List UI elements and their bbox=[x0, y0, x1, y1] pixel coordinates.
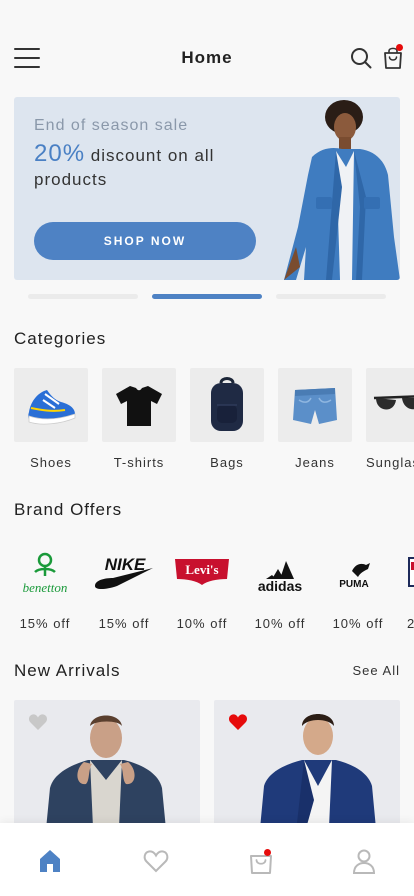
category-tshirts[interactable]: T-shirts bbox=[102, 368, 176, 470]
new-arrivals-title: New Arrivals bbox=[14, 661, 121, 680]
search-icon[interactable] bbox=[350, 47, 372, 69]
brand-offer: 2 bbox=[407, 616, 414, 631]
brand-offer: 15% off bbox=[19, 616, 71, 631]
bag-nav-button[interactable] bbox=[247, 847, 275, 875]
brand-offers-list: benetton 15% off NIKE 15% off Levi's 10% bbox=[0, 545, 414, 645]
jeans-icon bbox=[293, 388, 337, 424]
brand-adidas[interactable]: adidas 10% off bbox=[245, 545, 315, 631]
app-header: Home bbox=[0, 40, 414, 76]
profile-icon[interactable] bbox=[350, 847, 378, 875]
category-label: Shoes bbox=[30, 455, 72, 470]
home-screen: Home End of season sale 20% discount on … bbox=[0, 0, 414, 896]
category-label: Jeans bbox=[295, 455, 335, 470]
category-label: Sunglasses bbox=[366, 455, 414, 470]
svg-text:adidas: adidas bbox=[258, 578, 303, 593]
see-all-link[interactable]: See All bbox=[353, 663, 400, 678]
svg-text:NIKE: NIKE bbox=[105, 555, 146, 574]
nike-logo: NIKE bbox=[95, 555, 153, 589]
favorite-heart-icon[interactable] bbox=[28, 713, 48, 731]
banner-headline: 20% discount on all products bbox=[34, 142, 254, 192]
sunglasses-icon bbox=[373, 395, 414, 410]
carousel-dot[interactable] bbox=[28, 294, 138, 299]
carousel-dot[interactable] bbox=[276, 294, 386, 299]
banner-model-image bbox=[284, 100, 400, 280]
adidas-logo: adidas bbox=[258, 561, 303, 593]
banner-subtitle: End of season sale bbox=[34, 117, 189, 134]
carousel-indicator bbox=[0, 294, 414, 299]
shoe-icon bbox=[28, 390, 76, 425]
brand-puma[interactable]: PUMA 10% off bbox=[323, 545, 393, 631]
bottom-navigation bbox=[0, 823, 414, 896]
category-sunglasses[interactable]: Sunglasses bbox=[366, 368, 414, 470]
brand-offer: 10% off bbox=[176, 616, 228, 631]
categories-list: Shoes T-shirts Bags Jeans Sungla bbox=[14, 368, 414, 478]
brand-nike[interactable]: NIKE 15% off bbox=[89, 545, 159, 631]
svg-text:Levi's: Levi's bbox=[185, 562, 218, 577]
brand-offers-title: Brand Offers bbox=[14, 500, 123, 519]
category-shoes[interactable]: Shoes bbox=[14, 368, 88, 470]
carousel-dot-active[interactable] bbox=[152, 294, 262, 299]
category-label: Bags bbox=[210, 455, 244, 470]
svg-text:benetton: benetton bbox=[23, 580, 68, 595]
brand-levis[interactable]: Levi's 10% off bbox=[167, 545, 237, 631]
categories-title: Categories bbox=[14, 329, 107, 348]
bag-notification-dot bbox=[264, 849, 271, 856]
brand-offer: 10% off bbox=[254, 616, 306, 631]
cart-button[interactable] bbox=[382, 44, 404, 70]
puma-logo: PUMA bbox=[339, 563, 370, 590]
brand-benetton[interactable]: benetton 15% off bbox=[10, 545, 80, 631]
home-icon[interactable] bbox=[36, 847, 64, 875]
tshirt-icon bbox=[116, 386, 162, 426]
favorite-heart-icon-active[interactable] bbox=[228, 713, 248, 731]
levis-logo: Levi's bbox=[175, 559, 229, 585]
backpack-icon bbox=[211, 377, 243, 431]
brand-logo bbox=[408, 557, 414, 587]
benetton-logo: benetton bbox=[23, 552, 68, 595]
category-bags[interactable]: Bags bbox=[190, 368, 264, 470]
category-jeans[interactable]: Jeans bbox=[278, 368, 352, 470]
category-label: T-shirts bbox=[113, 455, 165, 470]
brand-offer: 15% off bbox=[98, 616, 150, 631]
banner-percent: 20% bbox=[34, 140, 86, 167]
cart-notification-dot bbox=[396, 44, 403, 51]
svg-text:PUMA: PUMA bbox=[339, 579, 368, 590]
brand-partial[interactable]: 2 bbox=[401, 545, 414, 631]
shop-now-button[interactable]: SHOP NOW bbox=[34, 222, 256, 260]
promo-banner[interactable]: End of season sale 20% discount on all p… bbox=[14, 97, 400, 280]
heart-icon[interactable] bbox=[142, 847, 170, 875]
brand-offer: 10% off bbox=[332, 616, 384, 631]
